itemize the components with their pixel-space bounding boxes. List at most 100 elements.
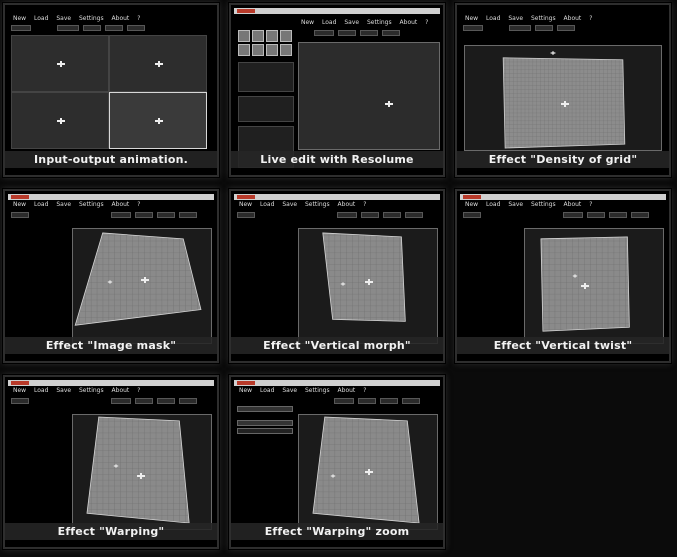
add-quad-button[interactable] (135, 212, 153, 218)
add-quad-button[interactable] (135, 398, 153, 404)
menu-settings[interactable]: Settings (305, 201, 330, 208)
clip-thumbnail[interactable] (280, 44, 292, 56)
control-point-icon[interactable] (113, 464, 119, 468)
menu-save[interactable]: Save (56, 15, 71, 22)
menu-settings[interactable]: Settings (305, 387, 330, 394)
thumbnail-warping-zoom[interactable]: New Load Save Settings About ? Effect "W… (229, 375, 445, 549)
source-dropdown[interactable] (337, 212, 357, 218)
menu-load[interactable]: Load (322, 19, 336, 26)
add-circle-button[interactable] (383, 212, 401, 218)
crosshair-icon[interactable] (581, 283, 589, 289)
menu-help[interactable]: ? (137, 201, 140, 208)
close-icon[interactable] (237, 381, 255, 385)
input-dropdown[interactable] (11, 212, 29, 218)
crosshair-icon[interactable] (137, 473, 145, 479)
option-button[interactable] (405, 212, 423, 218)
input-dropdown[interactable] (463, 212, 481, 218)
add-circle-button[interactable] (105, 25, 123, 31)
input-dropdown[interactable] (237, 212, 255, 218)
add-quad-button[interactable] (338, 30, 356, 36)
menu-load[interactable]: Load (260, 201, 274, 208)
option-button[interactable] (402, 398, 420, 404)
crosshair-icon[interactable] (365, 279, 373, 285)
output-quad-1[interactable] (11, 35, 109, 92)
menu-new[interactable]: New (239, 201, 252, 208)
thumbnail-resolume[interactable]: New Load Save Settings About ? Live edit… (229, 3, 445, 177)
menu-settings[interactable]: Settings (79, 387, 104, 394)
close-icon[interactable] (463, 195, 481, 199)
menu-about[interactable]: About (400, 19, 418, 26)
source-dropdown[interactable] (111, 398, 131, 404)
clip-thumbnail[interactable] (266, 44, 278, 56)
menu-about[interactable]: About (564, 15, 582, 22)
mapping-viewport[interactable] (464, 45, 662, 151)
input-dropdown[interactable] (11, 25, 31, 31)
option-button[interactable] (127, 25, 145, 31)
add-quad-button[interactable] (361, 212, 379, 218)
menu-about[interactable]: About (112, 201, 130, 208)
add-quad-button[interactable] (535, 25, 553, 31)
add-quad-button[interactable] (587, 212, 605, 218)
close-icon[interactable] (237, 9, 255, 13)
option-button[interactable] (382, 30, 400, 36)
output-quad-2[interactable] (109, 35, 207, 92)
thumbnail-input-output[interactable]: New Load Save Settings About ? Input-out… (3, 3, 219, 177)
control-point-icon[interactable] (330, 474, 336, 478)
menu-new[interactable]: New (301, 19, 314, 26)
output-quad-4[interactable] (109, 92, 207, 149)
add-circle-button[interactable] (360, 30, 378, 36)
source-dropdown[interactable] (314, 30, 334, 36)
menu-new[interactable]: New (13, 201, 26, 208)
menu-save[interactable]: Save (508, 201, 523, 208)
menu-about[interactable]: About (112, 387, 130, 394)
menu-settings[interactable]: Settings (367, 19, 392, 26)
close-icon[interactable] (237, 195, 255, 199)
menu-help[interactable]: ? (589, 15, 592, 22)
menu-load[interactable]: Load (260, 387, 274, 394)
mapping-viewport[interactable] (72, 414, 212, 530)
menu-load[interactable]: Load (486, 15, 500, 22)
menu-help[interactable]: ? (589, 201, 592, 208)
menu-save[interactable]: Save (508, 15, 523, 22)
preview-viewport[interactable] (298, 42, 440, 150)
menu-new[interactable]: New (465, 15, 478, 22)
menu-new[interactable]: New (13, 15, 26, 22)
menu-new[interactable]: New (239, 387, 252, 394)
control-point-icon[interactable] (107, 280, 113, 284)
menu-save[interactable]: Save (56, 201, 71, 208)
menu-new[interactable]: New (13, 387, 26, 394)
mapping-viewport[interactable] (524, 228, 664, 344)
control-point-icon[interactable] (340, 282, 346, 286)
clip-thumbnail[interactable] (238, 44, 250, 56)
menu-load[interactable]: Load (34, 15, 48, 22)
source-dropdown[interactable] (334, 398, 354, 404)
menu-load[interactable]: Load (486, 201, 500, 208)
thumbnail-density[interactable]: New Load Save Settings About ? Effect "D… (455, 3, 671, 177)
add-circle-button[interactable] (157, 398, 175, 404)
option-button[interactable] (179, 212, 197, 218)
control-point-icon[interactable] (550, 51, 556, 55)
clip-thumbnail[interactable] (252, 44, 264, 56)
add-quad-button[interactable] (358, 398, 376, 404)
thumbnail-vertical-morph[interactable]: New Load Save Settings About ? Effect "V… (229, 189, 445, 363)
source-dropdown[interactable] (57, 25, 79, 31)
crosshair-icon[interactable] (141, 277, 149, 283)
menu-load[interactable]: Load (34, 387, 48, 394)
add-circle-button[interactable] (380, 398, 398, 404)
warping-tab[interactable] (237, 406, 293, 412)
menu-about[interactable]: About (564, 201, 582, 208)
close-icon[interactable] (11, 195, 29, 199)
crosshair-icon[interactable] (365, 469, 373, 475)
thumbnail-image-mask[interactable]: New Load Save Settings About ? Effect "I… (3, 189, 219, 363)
option-button[interactable] (179, 398, 197, 404)
menu-save[interactable]: Save (282, 201, 297, 208)
output-quad-3[interactable] (11, 92, 109, 149)
close-icon[interactable] (11, 381, 29, 385)
clip-thumbnail[interactable] (238, 30, 250, 42)
thumbnail-warping[interactable]: New Load Save Settings About ? Effect "W… (3, 375, 219, 549)
source-dropdown[interactable] (563, 212, 583, 218)
menu-about[interactable]: About (112, 15, 130, 22)
menu-help[interactable]: ? (137, 387, 140, 394)
crosshair-icon[interactable] (385, 101, 393, 107)
menu-save[interactable]: Save (344, 19, 359, 26)
